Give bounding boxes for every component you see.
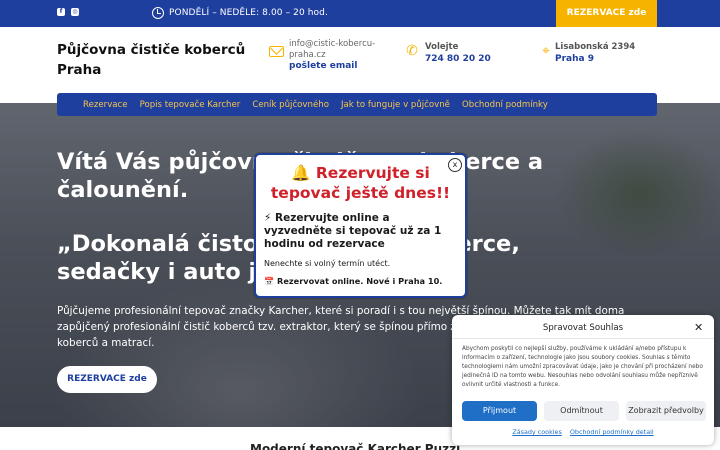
popup-note: Nenechte si volný termín utéct. <box>264 259 391 268</box>
nav-item-popis[interactable]: Popis tepovače Karcher <box>140 100 241 110</box>
section-heading: Moderní tepovač Karcher Puzzi... <box>250 442 474 450</box>
terms-link[interactable]: Obchodní podmínky detail <box>570 428 654 436</box>
instagram-icon[interactable]: ◎ <box>71 8 79 16</box>
nav-item-rezervace[interactable]: Rezervace <box>83 100 128 110</box>
cookie-description: Abychom poskytli co nejlepší služby, pou… <box>462 346 703 388</box>
popup-online-link[interactable]: 📅 Rezervovat online. Nové i Praha 10. <box>264 276 457 287</box>
clock-icon <box>152 7 164 19</box>
nav-item-obchodni-podminky[interactable]: Obchodní podmínky <box>462 100 548 110</box>
hero-reservation-button[interactable]: REZERVACE zde <box>57 366 157 393</box>
address-contact: Lisabonská 2394 Praha 9 <box>555 41 635 65</box>
close-icon[interactable]: ✕ <box>694 321 703 334</box>
nav-item-cenik[interactable]: Ceník půjčovného <box>252 100 329 110</box>
cookie-preferences-button[interactable]: Zobrazit předvolby <box>626 401 706 421</box>
popup-title: 🔔 Rezervujte si tepovač ještě dnes!! <box>270 164 451 202</box>
email-address[interactable]: info@cistic-kobercu-praha.cz <box>289 39 389 61</box>
main-nav: Rezervace Popis tepovače Karcher Ceník p… <box>57 93 657 116</box>
phone-number[interactable]: 724 80 20 20 <box>425 53 491 65</box>
social-links: f ◎ <box>57 8 79 16</box>
facebook-icon[interactable]: f <box>57 8 65 16</box>
email-contact[interactable]: info@cistic-kobercu-praha.cz pošlete ema… <box>289 39 389 72</box>
phone-icon: ✆ <box>406 43 418 59</box>
reservation-top-button[interactable]: REZERVACE zde <box>556 0 657 27</box>
cookie-policy-link[interactable]: Zásady cookies <box>512 428 561 436</box>
phone-label: Volejte <box>425 42 459 52</box>
opening-hours: PONDĚLÍ – NEDĚLE: 8.00 – 20 hod. <box>169 8 328 18</box>
reservation-popup: x 🔔 Rezervujte si tepovač ještě dnes!! ⚡… <box>254 153 467 298</box>
cookie-reject-button[interactable]: Odmítnout <box>544 401 619 421</box>
popup-headline: ⚡ Rezervujte online a vyzvedněte si tepo… <box>264 212 442 250</box>
nav-item-jak-to-funguje[interactable]: Jak to funguje v půjčovně <box>341 100 450 110</box>
popup-close-button[interactable]: x <box>448 158 462 172</box>
cookie-consent-dialog: Spravovat Souhlas ✕ Abychom poskytli co … <box>452 315 714 445</box>
cookie-divider <box>452 338 714 339</box>
cookie-title: Spravovat Souhlas <box>542 323 624 333</box>
site-brand[interactable]: Půjčovna čističe koberců Praha <box>57 40 257 80</box>
top-bar: f ◎ PONDĚLÍ – NEDĚLE: 8.00 – 20 hod. REZ… <box>0 0 720 27</box>
address-city: Praha 9 <box>555 54 594 64</box>
mail-icon <box>269 46 284 57</box>
email-label: pošlete email <box>289 61 358 71</box>
cookie-links: Zásady cookies Obchodní podmínky detail <box>452 428 714 436</box>
location-pin-icon: ⌖ <box>542 43 550 59</box>
address-street: Lisabonská 2394 <box>555 42 636 52</box>
phone-contact[interactable]: Volejte 724 80 20 20 <box>425 41 491 65</box>
cookie-accept-button[interactable]: Přijmout <box>462 401 537 421</box>
